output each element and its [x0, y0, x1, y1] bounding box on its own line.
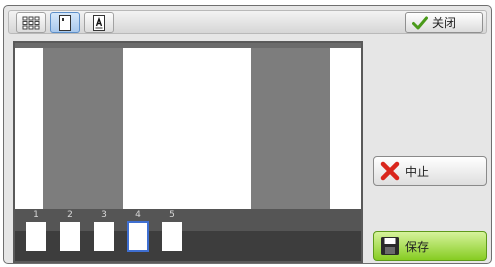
stop-button[interactable]: 中止: [373, 156, 487, 186]
page-number: 2: [67, 210, 73, 220]
floppy-disk-icon: [381, 237, 399, 255]
save-label: 保存: [405, 239, 430, 254]
page-thumbnail-4-selected[interactable]: 4: [121, 209, 155, 261]
page-number: 1: [33, 210, 39, 220]
page-number: 5: [169, 210, 175, 220]
page-number: 4: [135, 210, 141, 220]
page-thumbnail-3[interactable]: 3: [87, 209, 121, 261]
text-page-icon: [93, 14, 105, 31]
page-thumbnail-image: [127, 221, 149, 252]
page-thumbnail-image: [60, 222, 80, 251]
text-page-view-button[interactable]: [84, 12, 114, 33]
close-button[interactable]: 关闭: [405, 12, 483, 33]
grid-view-button[interactable]: [16, 12, 46, 33]
page-number: 3: [101, 210, 107, 220]
page-preview[interactable]: 1 2 3 4 5: [13, 41, 363, 263]
page-icon: [59, 14, 71, 31]
preview-gray-stripe: [251, 48, 330, 209]
page-thumbnail-5[interactable]: 5: [155, 209, 189, 261]
page-thumbnail-1[interactable]: 1: [19, 209, 53, 261]
page-thumbnail-image: [26, 222, 46, 251]
save-button[interactable]: 保存: [373, 231, 487, 261]
page-thumbnail-2[interactable]: 2: [53, 209, 87, 261]
checkmark-icon: [412, 16, 428, 29]
toolbar: 关闭: [8, 10, 487, 34]
page-thumbnail-strip: 1 2 3 4 5: [15, 209, 361, 261]
page-thumbnail-image: [162, 222, 182, 251]
grid-icon: [22, 16, 40, 29]
preview-dialog: 关闭 1 2 3 4 5 中止 保存: [3, 5, 492, 264]
page-thumbnail-image: [94, 222, 114, 251]
close-label: 关闭: [432, 16, 457, 30]
single-page-view-button[interactable]: [50, 12, 80, 33]
preview-gray-stripe: [43, 48, 123, 209]
stop-label: 中止: [405, 164, 430, 179]
red-x-icon: [380, 161, 400, 181]
